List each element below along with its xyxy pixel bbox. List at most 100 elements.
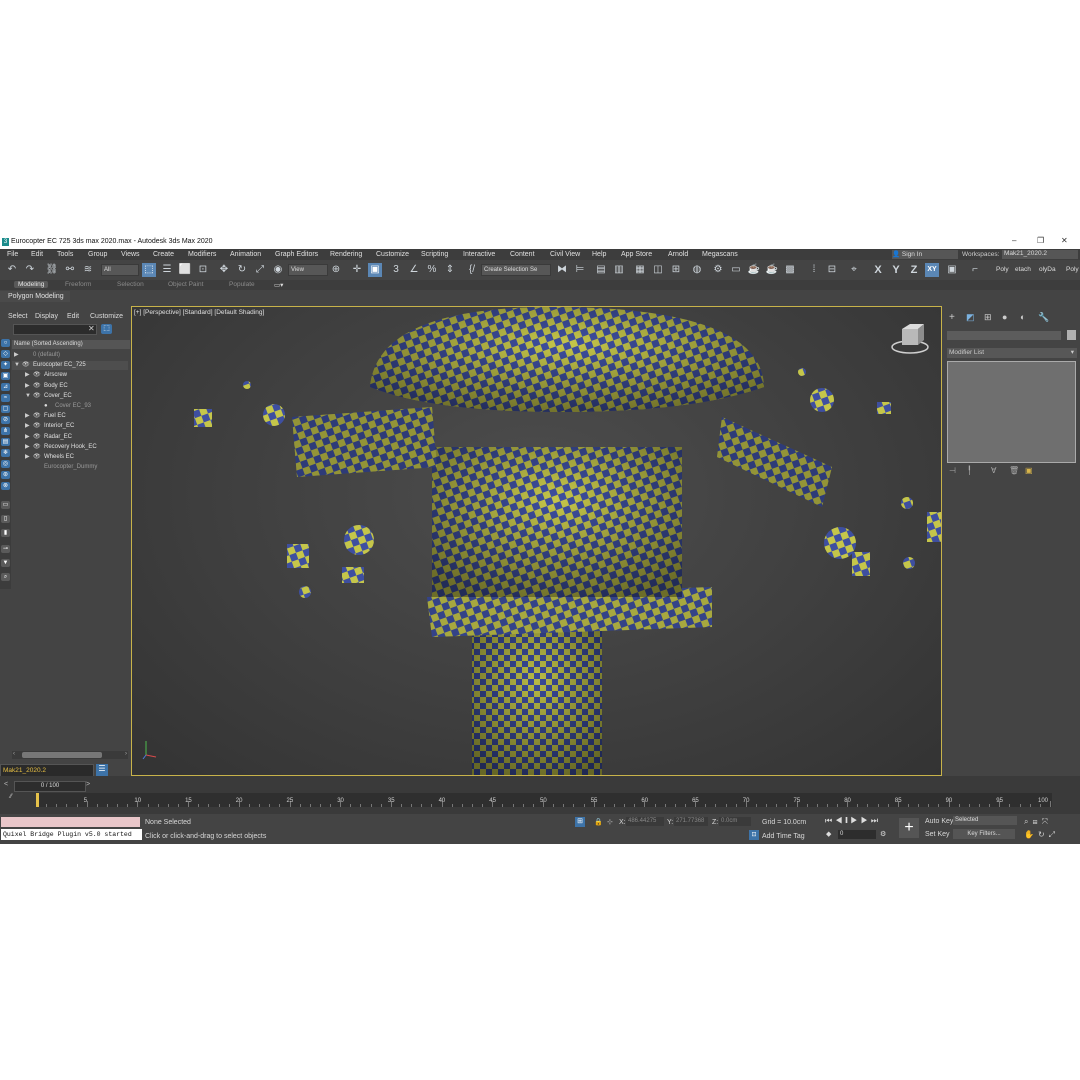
utilities-tab-icon[interactable]: 🔧	[1038, 312, 1049, 323]
filter-cameras-icon[interactable]: ▣	[1, 372, 10, 380]
tab-populate[interactable]: Populate	[229, 281, 255, 288]
maxscript-listener-input[interactable]	[1, 817, 140, 827]
menu-civil-view[interactable]: Civil View	[550, 251, 580, 258]
scene-tree-row[interactable]: ▶ 👁 Interior_EC	[12, 422, 128, 431]
time-marker[interactable]	[36, 793, 39, 807]
select-object-icon[interactable]: ⬚	[142, 263, 156, 277]
menu-tools[interactable]: Tools	[57, 251, 73, 258]
filter-none-icon[interactable]: ⊗	[1, 482, 10, 490]
sync-selection-icon[interactable]: ⊸	[1, 545, 10, 553]
visibility-eye-icon[interactable]: ●	[44, 402, 48, 411]
close-icon[interactable]: ✕	[1061, 236, 1068, 245]
scroll-right-icon[interactable]: ›	[125, 751, 127, 757]
scene-tree-row[interactable]: ▼ 👁 Cover_EC	[12, 392, 128, 401]
visibility-eye-icon[interactable]: 👁	[33, 392, 41, 401]
set-keys-button[interactable]: +	[899, 818, 919, 838]
filter-geometry-icon[interactable]: ○	[1, 339, 10, 347]
hierarchy-tab-icon[interactable]: ⊞	[984, 312, 992, 323]
playback-controls[interactable]: ⏮◀❙▶▶⏭	[825, 816, 881, 826]
menu-graph-editors[interactable]: Graph Editors	[275, 251, 318, 258]
scene-tree-row[interactable]: Eurocopter_Dummy	[12, 463, 128, 472]
key-selection-dropdown[interactable]: Selected	[953, 816, 1017, 825]
scene-tree-row[interactable]: ▶ 👁 Wheels EC	[12, 453, 128, 462]
tab-freeform[interactable]: Freeform	[65, 281, 91, 288]
scene-tab-edit[interactable]: Edit	[67, 313, 79, 320]
snaps-toggle-icon[interactable]: 3	[389, 263, 403, 277]
menu-customize[interactable]: Customize	[376, 251, 409, 258]
modifier-stack[interactable]	[947, 361, 1076, 463]
rectangular-selection-icon[interactable]: ⬜	[178, 263, 192, 277]
z-coordinate-field[interactable]: 0.0cm	[719, 817, 751, 826]
unlink-icon[interactable]: ⚯	[63, 263, 77, 277]
layer-explorer-icon[interactable]: ▥	[612, 263, 626, 277]
y-coordinate-field[interactable]: 271.77368	[674, 817, 708, 826]
percent-snap-icon[interactable]: %	[425, 263, 439, 277]
set-key-button[interactable]: Set Key	[925, 831, 950, 838]
filter-bones-icon[interactable]: ⋔	[1, 427, 10, 435]
menu-group[interactable]: Group	[88, 251, 107, 258]
poly-button[interactable]: Poly	[996, 266, 1009, 273]
current-frame-field[interactable]: 0	[838, 830, 876, 839]
menu-modifiers[interactable]: Modifiers	[188, 251, 216, 258]
angle-snap-icon[interactable]: ∠	[407, 263, 421, 277]
scene-tree-row[interactable]: ● Cover EC_93	[12, 402, 128, 411]
hierarchy-icon[interactable]: ▭	[1, 501, 10, 509]
scrollbar-thumb[interactable]	[22, 752, 102, 758]
expand-arrow-icon[interactable]: ▶	[25, 433, 30, 442]
align-icon[interactable]: ⊨	[573, 263, 587, 277]
tab-modeling[interactable]: Modeling	[14, 281, 49, 288]
object-name-field[interactable]	[947, 331, 1061, 340]
x-coordinate-field[interactable]: 486.44275	[626, 817, 664, 826]
filter-all-icon[interactable]: ⊛	[1, 471, 10, 479]
add-time-tag-button[interactable]: Add Time Tag	[762, 833, 805, 840]
arnold-icon[interactable]: ▩	[783, 263, 797, 277]
filter-spacewarps-icon[interactable]: ≈	[1, 394, 10, 402]
expand-arrow-icon[interactable]: ▶	[14, 351, 19, 360]
visibility-eye-icon[interactable]: 👁	[33, 433, 41, 442]
mirror-icon[interactable]: ⧓	[555, 263, 569, 277]
maximize-icon[interactable]: ❐	[1037, 236, 1044, 245]
expand-arrow-icon[interactable]: ▶	[25, 443, 30, 452]
configure-modifier-sets-icon[interactable]: ▣	[1025, 466, 1033, 475]
polygon-modeling-label[interactable]: Polygon Modeling	[8, 293, 64, 300]
time-slider[interactable]: 0 / 100	[14, 781, 86, 792]
menu-edit[interactable]: Edit	[31, 251, 43, 258]
tab-object-paint[interactable]: Object Paint	[168, 281, 203, 288]
scene-tree-row[interactable]: ▶ 👁 Fuel EC	[12, 412, 128, 421]
expand-arrow-icon[interactable]: ▶	[25, 412, 30, 421]
menu-views[interactable]: Views	[121, 251, 140, 258]
show-end-result-icon[interactable]: ╿	[967, 466, 972, 475]
menu-animation[interactable]: Animation	[230, 251, 261, 258]
select-manipulate-icon[interactable]: ✛	[350, 263, 364, 277]
scene-tree-row[interactable]: ▼ 👁 Eurocopter EC_725	[12, 361, 128, 371]
key-filters-button[interactable]: Key Filters...	[953, 829, 1015, 839]
visibility-eye-icon[interactable]: 👁	[33, 453, 41, 462]
visibility-eye-icon[interactable]: 👁	[33, 412, 41, 421]
motion-tab-icon[interactable]: ●	[1002, 312, 1007, 322]
create-tab-icon[interactable]: +	[949, 312, 955, 323]
axis-x-button[interactable]: X	[871, 263, 885, 277]
absolute-mode-icon[interactable]: ⊹	[607, 818, 613, 826]
scene-tree-row[interactable]: ▶ 👁 Airscrew	[12, 371, 128, 380]
isolate-selection-icon[interactable]: ⊞	[575, 817, 585, 827]
object-color-swatch[interactable]	[1067, 330, 1076, 340]
viewport-orbit-controls[interactable]: ✋↻⤢	[1024, 830, 1059, 840]
render-production-icon[interactable]: ☕	[747, 263, 761, 277]
named-selection-set-dropdown[interactable]: Create Selection Se	[481, 264, 551, 276]
timeline-track[interactable]: 5 10 15 20 25 30 35 40 45 50 55 60 65 70 75 80 85 90 95 100	[36, 793, 1052, 807]
workspace-dropdown[interactable]: Mak21_2020.2	[1002, 250, 1078, 259]
menu-rendering[interactable]: Rendering	[330, 251, 362, 258]
remove-modifier-icon[interactable]: 🗑	[1009, 466, 1019, 475]
filter-containers-icon[interactable]: ▤	[1, 438, 10, 446]
grid-icon[interactable]: ⁞	[807, 263, 821, 277]
sign-in-button[interactable]: 👤 Sign In	[892, 250, 958, 259]
find-selected-icon[interactable]: ⬚	[101, 324, 112, 334]
filter-funnel-icon[interactable]: ▼	[1, 559, 10, 567]
detach-button[interactable]: etach	[1015, 266, 1031, 273]
window-crossing-icon[interactable]: ⊡	[196, 263, 210, 277]
scene-tab-select[interactable]: Select	[8, 313, 27, 320]
auto-key-button[interactable]: Auto Key	[925, 818, 953, 825]
align-objects-icon[interactable]: ⊟	[825, 263, 839, 277]
collapse-arrow-icon[interactable]: ▼	[14, 361, 20, 370]
schematic-view-icon[interactable]: ⊞	[669, 263, 683, 277]
